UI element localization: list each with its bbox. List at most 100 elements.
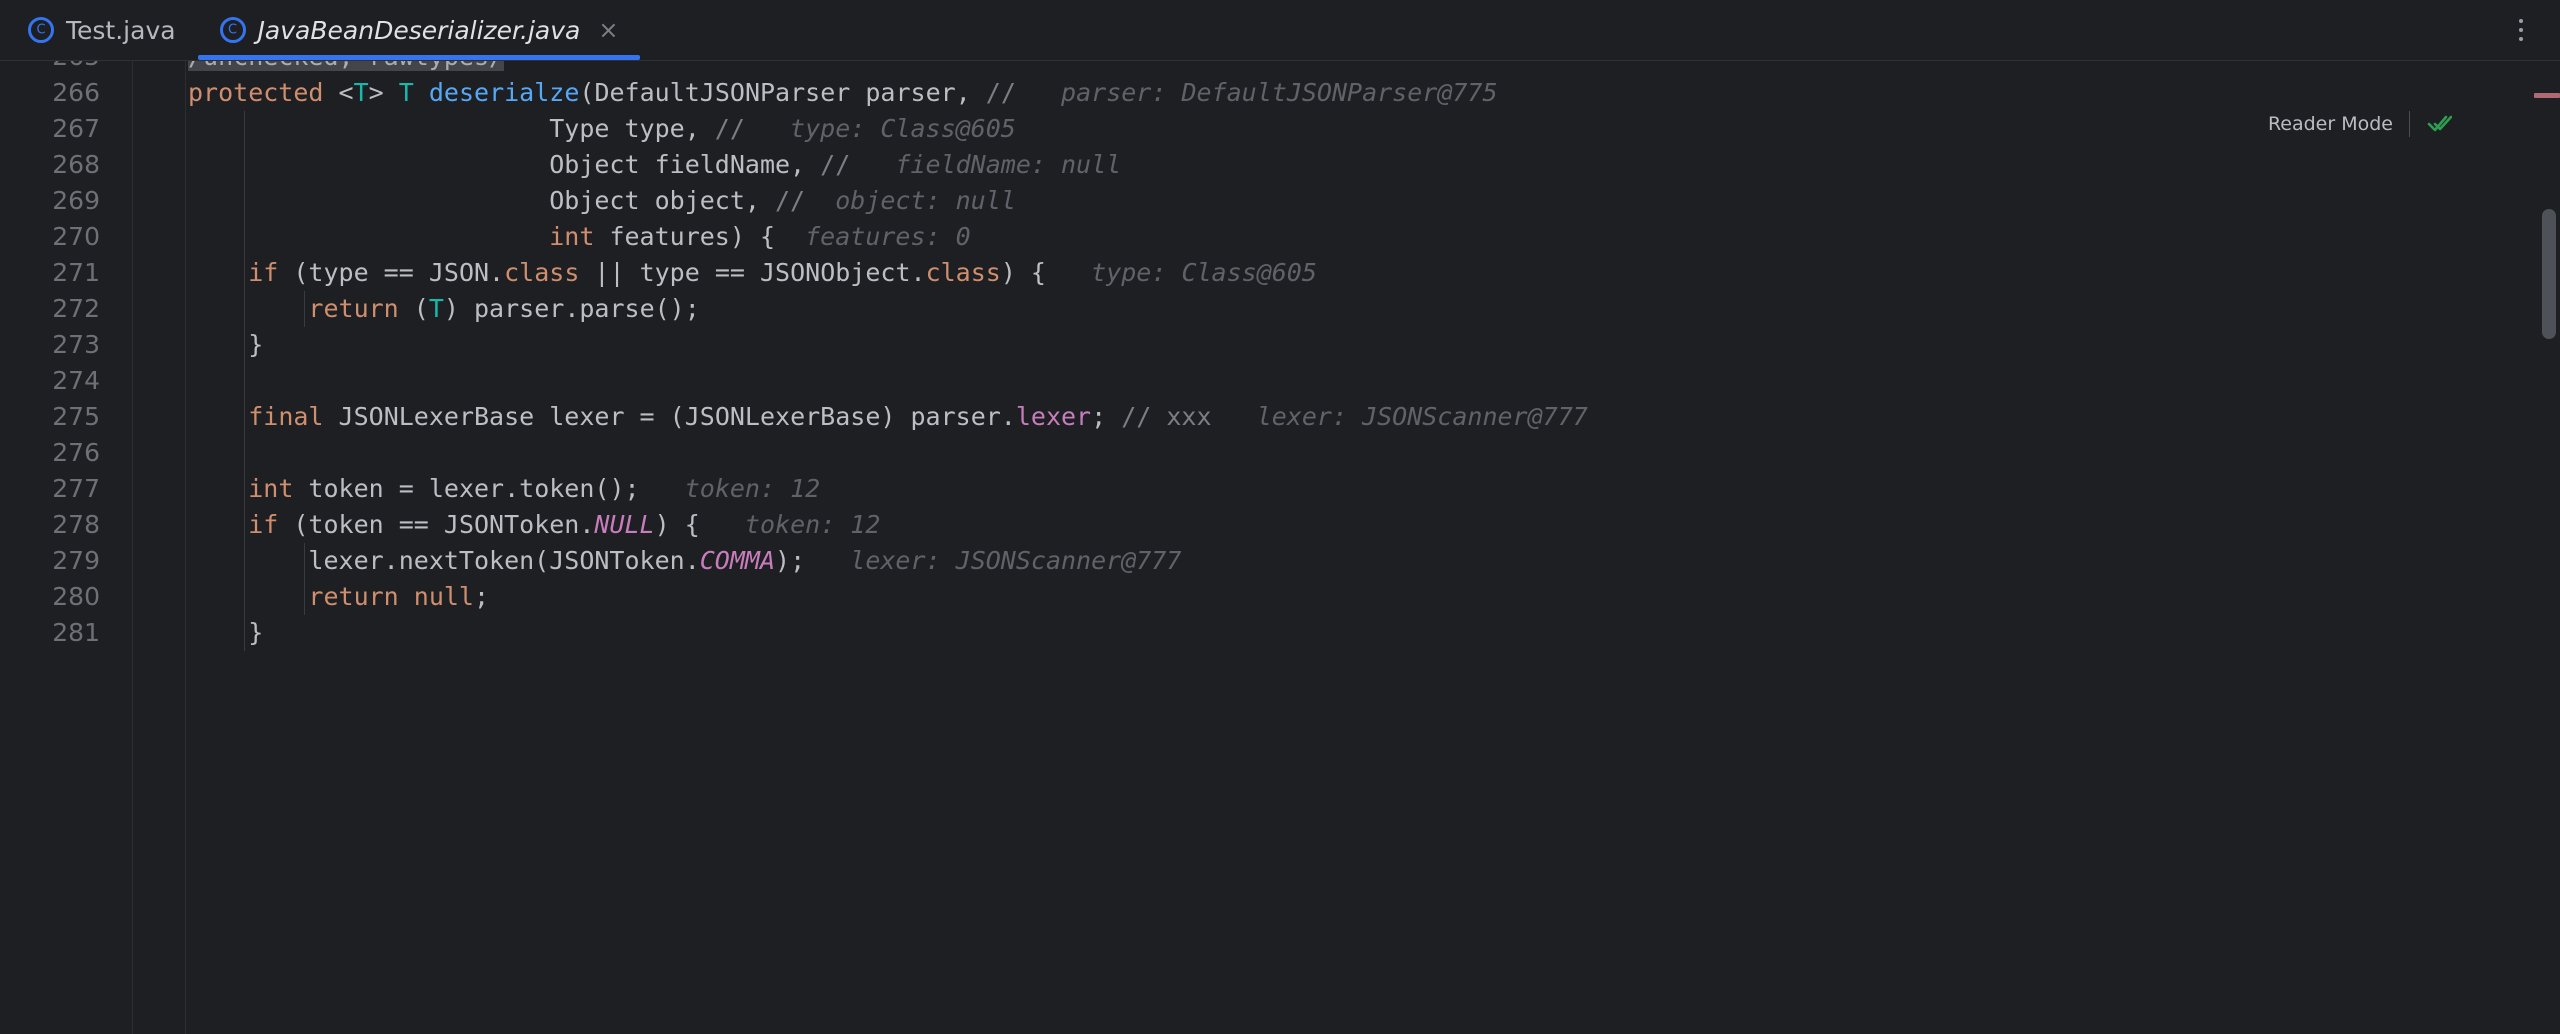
code-text[interactable]: if (token == JSONToken.NULL) { token: 12 <box>188 507 880 543</box>
code-token: token: 12 <box>699 510 881 539</box>
code-token: int <box>549 222 595 251</box>
code-token: } <box>188 330 264 359</box>
code-text[interactable]: /unchecked, rawtypes/ <box>188 61 505 75</box>
line-number[interactable]: 276 <box>0 435 100 471</box>
code-line[interactable]: 273 } <box>0 327 2560 363</box>
line-number[interactable]: 265 <box>0 61 100 75</box>
code-text[interactable]: return (T) parser.parse(); <box>188 291 699 327</box>
code-token: ; <box>1091 402 1122 431</box>
code-token: fieldName: null <box>850 150 1122 179</box>
code-line[interactable]: 280 return null; <box>0 579 2560 615</box>
code-token: < <box>323 78 354 107</box>
code-line[interactable]: 268 Object fieldName, // fieldName: null <box>0 147 2560 183</box>
check-double-icon[interactable] <box>2426 111 2453 137</box>
code-token: ) { <box>654 510 700 539</box>
code-text[interactable]: return null; <box>188 579 489 615</box>
scrollbar-thumb[interactable] <box>2542 209 2556 339</box>
code-token: (DefaultJSONParser parser, <box>579 78 986 107</box>
code-line[interactable]: 272 return (T) parser.parse(); <box>0 291 2560 327</box>
code-text[interactable]: Type type, // type: Class@605 <box>188 111 1016 147</box>
code-token: COMMA <box>699 546 776 575</box>
code-token: features: 0 <box>775 222 971 251</box>
code-text[interactable]: int token = lexer.token(); token: 12 <box>188 471 820 507</box>
code-text[interactable]: int features) { features: 0 <box>188 219 971 255</box>
code-token: object: null <box>805 186 1016 215</box>
code-line[interactable]: 265/unchecked, rawtypes/ <box>0 61 2560 75</box>
code-line[interactable]: 276 <box>0 435 2560 471</box>
java-class-icon <box>219 17 246 43</box>
code-token: ) { <box>1000 258 1046 287</box>
close-icon[interactable]: × <box>598 18 618 42</box>
code-line[interactable]: 278 if (token == JSONToken.NULL) { token… <box>0 507 2560 543</box>
code-token: // <box>820 150 851 179</box>
code-editor[interactable]: 265/unchecked, rawtypes/266 protected <T>… <box>0 60 2560 1034</box>
code-text[interactable]: protected <T> T deserialze(DefaultJSONPa… <box>188 75 1498 111</box>
code-text[interactable]: final JSONLexerBase lexer = (JSONLexerBa… <box>188 399 1588 435</box>
code-token: return <box>308 294 399 323</box>
line-number[interactable]: 273 <box>0 327 100 363</box>
line-number[interactable]: 279 <box>0 543 100 579</box>
line-number[interactable]: 278 <box>0 507 100 543</box>
code-line[interactable]: 266 protected <T> T deserialze(DefaultJSO… <box>0 75 2560 111</box>
line-number[interactable]: 272 <box>0 291 100 327</box>
code-text[interactable]: Object object, // object: null <box>188 183 1016 219</box>
code-token: class <box>925 258 1001 287</box>
code-line[interactable]: 267 Type type, // type: Class@605 <box>0 111 2560 147</box>
indent-guide <box>244 363 246 399</box>
code-text[interactable]: Object fieldName, // fieldName: null <box>188 147 1121 183</box>
error-stripe-marker[interactable] <box>2534 93 2560 98</box>
code-line[interactable]: 275 final JSONLexerBase lexer = (JSONLex… <box>0 399 2560 435</box>
code-token: parser: DefaultJSONParser@775 <box>1015 78 1498 107</box>
line-number[interactable]: 267 <box>0 111 100 147</box>
line-number[interactable]: 281 <box>0 615 100 651</box>
code-token: Type type, <box>188 114 715 143</box>
code-token: if <box>248 258 279 287</box>
code-text[interactable]: if (type == JSON.class || type == JSONOb… <box>188 255 1317 291</box>
code-line[interactable]: 270 int features) { features: 0 <box>0 219 2560 255</box>
line-number[interactable]: 271 <box>0 255 100 291</box>
code-line[interactable]: 277 int token = lexer.token(); token: 12 <box>0 471 2560 507</box>
code-lines[interactable]: 265/unchecked, rawtypes/266 protected <T>… <box>0 61 2560 651</box>
editor-tab-1[interactable]: Test.java <box>0 0 198 60</box>
editor-tab-bar: Test.java JavaBeanDeserializer.java × <box>0 0 2560 60</box>
more-vertical-icon[interactable] <box>2506 14 2536 46</box>
code-line[interactable]: 274 <box>0 363 2560 399</box>
tab-label: JavaBeanDeserializer.java <box>257 15 581 45</box>
code-line[interactable]: 269 Object object, // object: null <box>0 183 2560 219</box>
line-number[interactable]: 266 <box>0 75 100 111</box>
code-token: features) { <box>594 222 776 251</box>
line-number[interactable]: 269 <box>0 183 100 219</box>
line-number[interactable]: 280 <box>0 579 100 615</box>
line-number[interactable]: 274 <box>0 363 100 399</box>
line-number[interactable]: 270 <box>0 219 100 255</box>
tab-label: Test.java <box>66 15 176 45</box>
code-token: || type == JSONObject. <box>579 258 926 287</box>
code-token: Object object, <box>188 186 775 215</box>
code-text[interactable]: } <box>188 615 263 651</box>
code-token: T <box>353 78 369 107</box>
code-line[interactable]: 271 if (type == JSON.class || type == JS… <box>0 255 2560 291</box>
code-token: // xxx <box>1121 402 1212 431</box>
code-token: class <box>504 258 580 287</box>
editor-tab-2[interactable]: JavaBeanDeserializer.java × <box>197 0 641 60</box>
code-text[interactable]: lexer.nextToken(JSONToken.COMMA); lexer:… <box>188 543 1181 579</box>
code-token: int <box>248 474 294 503</box>
code-token: lexer: JSONScanner@777 <box>1211 402 1588 431</box>
editor-scrollbar[interactable] <box>2534 61 2560 1034</box>
line-number[interactable]: 268 <box>0 147 100 183</box>
line-number[interactable]: 277 <box>0 471 100 507</box>
code-line[interactable]: 281 } <box>0 615 2560 651</box>
code-text[interactable]: } <box>188 327 263 363</box>
code-token: token: 12 <box>639 474 821 503</box>
line-number[interactable]: 275 <box>0 399 100 435</box>
code-line[interactable]: 279 lexer.nextToken(JSONToken.COMMA); le… <box>0 543 2560 579</box>
code-token: lexer <box>1015 402 1092 431</box>
code-token: JSONLexerBase lexer = (JSONLexerBase) pa… <box>323 402 1016 431</box>
code-token: (type == JSON. <box>278 258 505 287</box>
reader-mode-widget[interactable]: Reader Mode <box>2268 111 2453 137</box>
code-token: > <box>368 78 399 107</box>
code-token: ( <box>398 294 429 323</box>
